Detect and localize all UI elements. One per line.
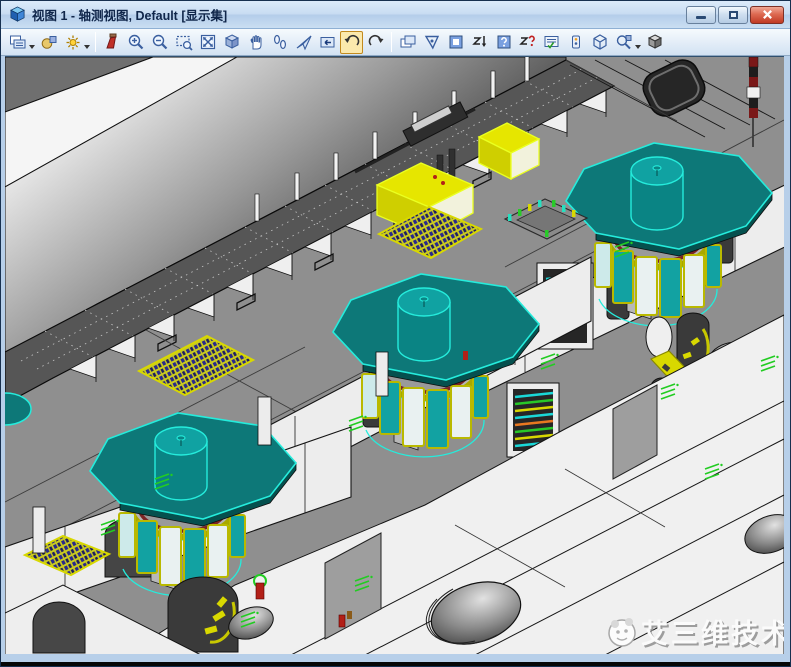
- show-display-depth-icon[interactable]: [492, 31, 515, 54]
- window-bottom-edge: [1, 662, 790, 667]
- zoom-settings-dropdown[interactable]: [635, 45, 641, 49]
- cube-view-icon[interactable]: [588, 31, 611, 54]
- display-depth-query-icon[interactable]: [516, 31, 539, 54]
- walk-icon[interactable]: [268, 31, 291, 54]
- clip-mask-icon[interactable]: [444, 31, 467, 54]
- watermark-text: 艾三维技术: [641, 619, 784, 650]
- rotate-view-icon[interactable]: [220, 31, 243, 54]
- navigate-view-icon[interactable]: [316, 31, 339, 54]
- pillar[interactable]: [33, 507, 45, 553]
- adjust-brightness-dropdown[interactable]: [84, 45, 90, 49]
- restore-button[interactable]: [718, 6, 748, 24]
- pillar[interactable]: [376, 352, 388, 396]
- fly-icon[interactable]: [292, 31, 315, 54]
- adjust-brightness-icon[interactable]: [61, 31, 84, 54]
- window-area-icon[interactable]: [172, 31, 195, 54]
- viewport-3d[interactable]: 艾三维技术 艾三维技术: [5, 56, 784, 654]
- zoom-settings-icon[interactable]: [612, 31, 635, 54]
- close-button[interactable]: [750, 6, 784, 24]
- view-window: 视图 1 - 轴测视图, Default [显示集]: [0, 0, 791, 667]
- clip-volume-icon[interactable]: [420, 31, 443, 54]
- titlebar[interactable]: 视图 1 - 轴测视图, Default [显示集]: [1, 1, 790, 29]
- view-setup-icon[interactable]: [540, 31, 563, 54]
- view-cube-icon: [9, 6, 26, 23]
- minimize-button[interactable]: [686, 6, 716, 24]
- model-canvas[interactable]: 艾三维技术 艾三维技术: [5, 57, 784, 654]
- zoom-out-icon[interactable]: [148, 31, 171, 54]
- undo-view-icon[interactable]: [340, 31, 363, 54]
- pan-view-icon[interactable]: [244, 31, 267, 54]
- stair-trunk-lower[interactable]: [168, 577, 238, 652]
- display-style-icon[interactable]: [37, 31, 60, 54]
- pillar[interactable]: [258, 397, 271, 445]
- view-attributes-icon[interactable]: [6, 31, 29, 54]
- copy-view-icon[interactable]: [396, 31, 419, 54]
- redo-view-icon[interactable]: [364, 31, 387, 54]
- zoom-in-icon[interactable]: [124, 31, 147, 54]
- set-display-depth-icon[interactable]: [468, 31, 491, 54]
- fit-view-icon[interactable]: [196, 31, 219, 54]
- view-toolbar: [1, 29, 790, 56]
- view-attributes-dropdown[interactable]: [29, 45, 35, 49]
- update-view-icon[interactable]: [100, 31, 123, 54]
- toolbar-separator: [391, 32, 392, 52]
- close-icon: [762, 9, 773, 20]
- window-title: 视图 1 - 轴测视图, Default [显示集]: [32, 5, 227, 24]
- viewport-frame: 艾三维技术 艾三维技术: [1, 56, 790, 662]
- navigation-cube-icon[interactable]: [643, 31, 666, 54]
- saved-views-icon[interactable]: [564, 31, 587, 54]
- toolbar-separator: [95, 32, 96, 52]
